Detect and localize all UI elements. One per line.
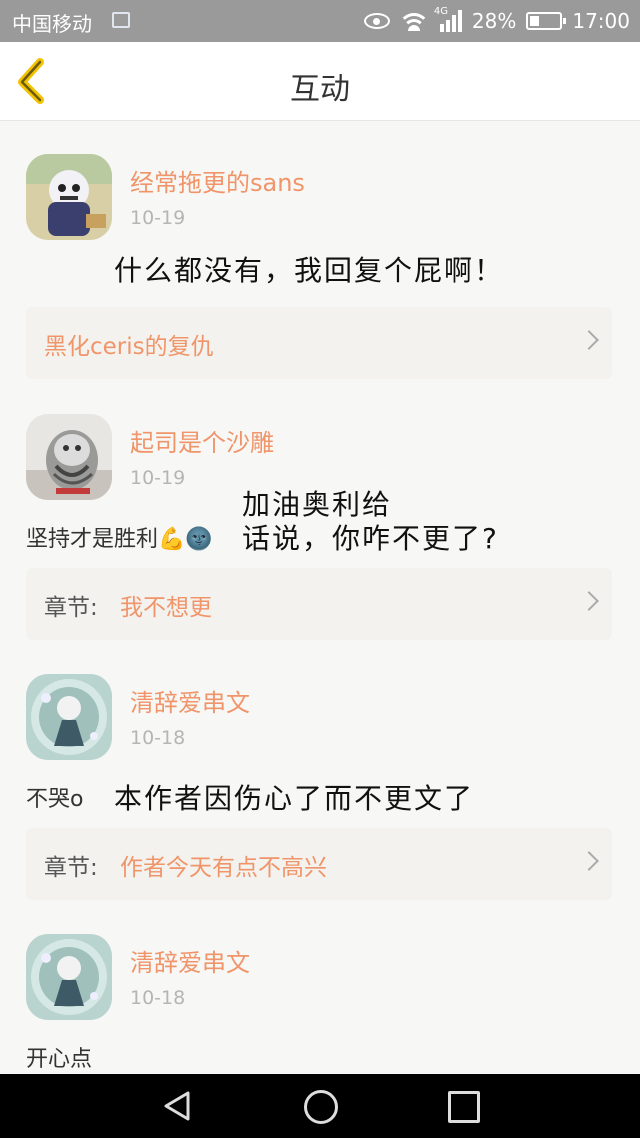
avatar[interactable] bbox=[26, 674, 112, 760]
comment-date: 10-19 bbox=[130, 207, 186, 229]
handwritten-annotation: 话说，你咋不更了? bbox=[242, 522, 499, 555]
username[interactable]: 清辞爱串文 bbox=[130, 683, 250, 718]
reference-title: 黑化ceris的复仇 bbox=[44, 334, 214, 360]
battery-icon bbox=[526, 12, 567, 30]
status-bar: 中国移动 4G 28% 17:00 bbox=[0, 0, 640, 42]
avatar[interactable] bbox=[26, 414, 112, 500]
comment-date: 10-18 bbox=[130, 987, 186, 1009]
comment-text: 开心点 bbox=[26, 1047, 93, 1072]
reference-link[interactable]: 黑化ceris的复仇 bbox=[26, 307, 612, 379]
avatar[interactable] bbox=[26, 934, 112, 1020]
signal-icon: 4G bbox=[434, 6, 462, 32]
chevron-right-icon bbox=[579, 851, 599, 871]
clock: 17:00 bbox=[572, 9, 630, 33]
reference-link[interactable]: 章节: 我不想更 bbox=[26, 568, 612, 640]
chevron-right-icon bbox=[579, 591, 599, 611]
handwritten-annotation: 本作者因伤心了而不更文了 bbox=[114, 782, 475, 815]
reference-link[interactable]: 章节: 作者今天有点不高兴 bbox=[26, 828, 612, 900]
system-nav-bar bbox=[0, 1074, 640, 1138]
reference-title: 作者今天有点不高兴 bbox=[120, 855, 327, 881]
comment-text: 坚持才是胜利💪🌚 bbox=[26, 527, 213, 552]
page-title: 互动 bbox=[290, 72, 350, 107]
nav-home-icon[interactable] bbox=[304, 1090, 338, 1124]
sim-notification-icon bbox=[112, 12, 130, 28]
eye-comfort-icon bbox=[363, 13, 390, 29]
header-bar: 互动 bbox=[0, 42, 640, 121]
nav-recent-apps-icon[interactable] bbox=[448, 1091, 480, 1123]
username[interactable]: 经常拖更的sans bbox=[130, 163, 305, 198]
carrier-name: 中国移动 bbox=[12, 12, 92, 36]
comment-list[interactable]: 经常拖更的sans 10-19 什么都没有，我回复个屁啊！ 黑化ceris的复仇… bbox=[0, 121, 640, 1074]
reference-label: 章节: bbox=[44, 595, 98, 621]
network-type: 4G bbox=[433, 6, 449, 17]
comment-date: 10-19 bbox=[130, 467, 186, 489]
username[interactable]: 清辞爱串文 bbox=[130, 943, 250, 978]
comment-text: 不哭o bbox=[26, 787, 84, 812]
comment-date: 10-18 bbox=[130, 727, 186, 749]
reference-label: 章节: bbox=[44, 855, 98, 881]
handwritten-annotation: 什么都没有，我回复个屁啊！ bbox=[114, 254, 505, 287]
reference-title: 我不想更 bbox=[120, 595, 212, 621]
chevron-right-icon bbox=[579, 330, 599, 350]
username[interactable]: 起司是个沙雕 bbox=[130, 423, 274, 458]
battery-percent: 28% bbox=[471, 9, 517, 33]
avatar[interactable] bbox=[26, 154, 112, 240]
nav-back-icon[interactable] bbox=[162, 1090, 194, 1122]
wifi-icon bbox=[399, 11, 428, 31]
